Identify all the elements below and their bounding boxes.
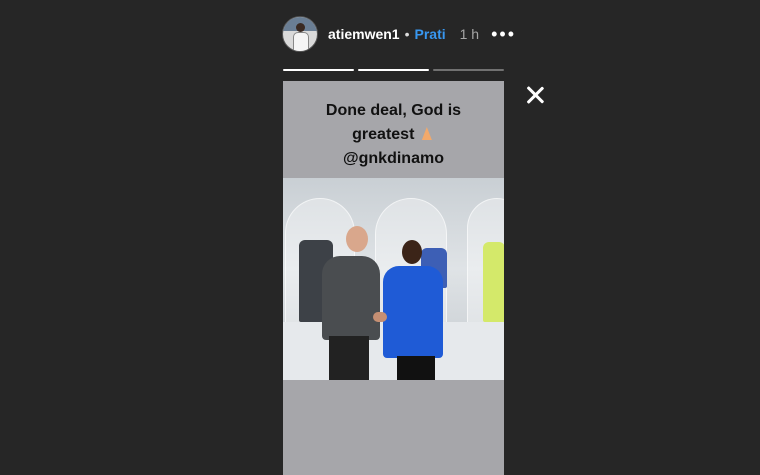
person-right: [383, 266, 443, 358]
handshake: [373, 312, 387, 322]
more-options-icon[interactable]: •••: [491, 25, 516, 43]
person-left-legs: [329, 336, 369, 380]
avatar-head: [296, 23, 305, 32]
follow-button[interactable]: Prati: [415, 26, 446, 42]
progress-segment: [433, 69, 504, 71]
praying-hands-icon: [419, 126, 435, 140]
progress-segment: [283, 69, 354, 71]
person-left-head: [346, 226, 368, 252]
timestamp: 1 h: [459, 26, 480, 42]
avatar[interactable]: [282, 16, 318, 52]
person-right-head: [402, 240, 422, 264]
caption-line: greatest: [283, 123, 504, 147]
mention-link[interactable]: @gnkdinamo: [283, 147, 504, 171]
story-photo: [283, 178, 504, 380]
avatar-body: [293, 32, 309, 51]
story-header: atiemwen1 • Prati 1 h •••: [282, 16, 516, 52]
username-link[interactable]: atiemwen1: [328, 26, 400, 42]
story-caption: Done deal, God is greatest @gnkdinamo: [283, 99, 504, 171]
caption-line: Done deal, God is: [325, 102, 462, 119]
progress-segment: [358, 69, 429, 71]
caption-text: greatest: [352, 126, 415, 143]
story-content[interactable]: Done deal, God is greatest @gnkdinamo: [283, 81, 504, 475]
person-right-legs: [397, 356, 435, 380]
story-progress-bar: [283, 69, 504, 72]
close-icon[interactable]: [524, 84, 546, 106]
jersey-display: [483, 242, 504, 322]
person-left: [322, 256, 380, 340]
separator-dot: •: [404, 26, 410, 42]
